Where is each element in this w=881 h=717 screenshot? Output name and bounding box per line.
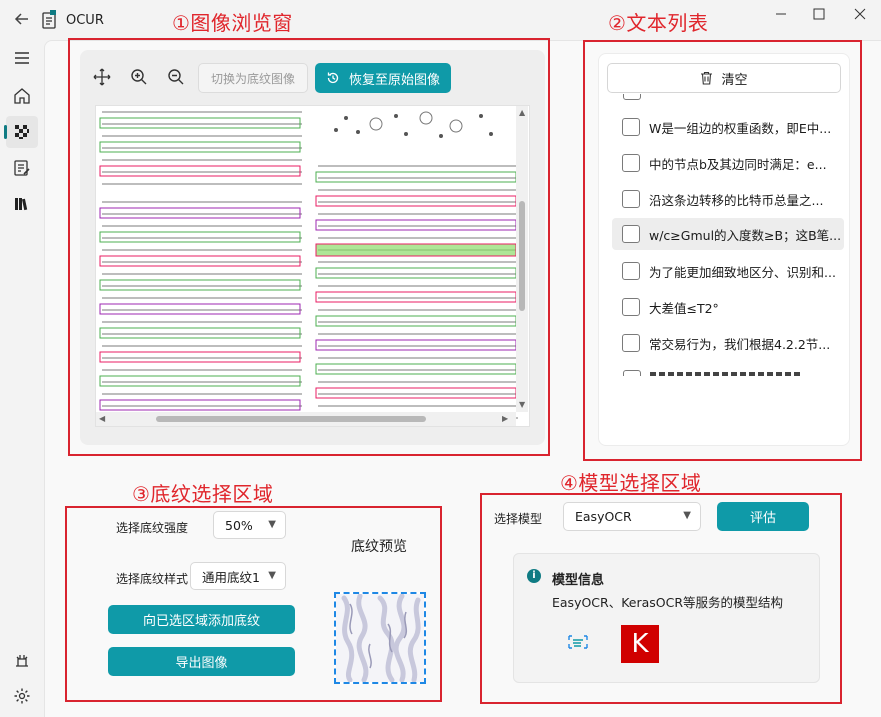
list-item-partial-bottom	[622, 370, 812, 376]
list-item[interactable]: 沿这条边转移的比特币总量之...	[612, 183, 844, 215]
model-info-text: EasyOCR、KerasOCR等服务的模型结构	[552, 595, 784, 610]
text-list-section-title: ②文本列表	[608, 11, 709, 35]
close-button[interactable]	[845, 4, 875, 28]
texture-preview-pattern	[336, 594, 424, 682]
add-texture-button[interactable]: 向已选区域添加底纹	[108, 605, 295, 634]
app-title: OCUR	[66, 13, 104, 28]
keras-logo-icon: K	[621, 625, 659, 663]
list-item[interactable]: 为了能更加细致地区分、识别和...	[612, 255, 844, 287]
restore-label: 恢复至原始图像	[348, 72, 440, 88]
viewer-vertical-scrollbar[interactable]: ▲ ▼	[516, 106, 528, 412]
list-item-partial	[622, 94, 642, 102]
texture-style-label: 选择底纹样式	[116, 572, 189, 586]
viewer-section-title: ①图像浏览窗	[172, 11, 293, 35]
list-item-text: w/c≥Gmul的入度数≥B；这B笔...	[649, 227, 842, 243]
texture-strength-select[interactable]: 50% ▼	[213, 511, 286, 539]
list-item-text: 常交易行为，我们根据4.2.2节...	[649, 336, 831, 352]
list-item-checkbox[interactable]	[622, 118, 640, 136]
info-icon: i	[527, 569, 541, 583]
texture-section-title: ③底纹选择区域	[132, 482, 274, 506]
vertical-scroll-thumb[interactable]	[519, 201, 525, 311]
plugin-icon[interactable]	[6, 644, 38, 676]
model-selected-value: EasyOCR	[575, 509, 632, 524]
chevron-down-icon: ▼	[683, 510, 691, 521]
model-section-title: ④模型选择区域	[560, 471, 702, 495]
list-item-text: 沿这条边转移的比特币总量之...	[649, 192, 824, 208]
nav-sidebar	[0, 40, 44, 717]
list-item-checkbox[interactable]	[622, 298, 640, 316]
chevron-down-icon: ▼	[268, 570, 276, 581]
list-item[interactable]: 中的节点b及其边同时满足：e...	[612, 147, 844, 179]
texture-strength-label: 选择底纹强度	[116, 521, 189, 535]
list-item[interactable]: W是一组边的权重函数，即E中...	[612, 111, 844, 143]
title-bar: OCUR	[0, 0, 881, 40]
chevron-down-icon: ▼	[268, 519, 276, 530]
easyocr-logo-icon	[566, 630, 590, 654]
trash-icon	[701, 71, 713, 85]
clear-button[interactable]: 清空	[607, 63, 841, 93]
home-icon[interactable]	[6, 80, 38, 112]
list-item-checkbox[interactable]	[622, 154, 640, 172]
restore-original-button[interactable]: 恢复至原始图像	[315, 63, 451, 93]
viewer-horizontal-scrollbar[interactable]: ◀ ▶	[96, 412, 516, 426]
texture-style-select[interactable]: 通用底纹1 ▼	[190, 562, 286, 590]
texture-preview	[334, 592, 426, 684]
back-arrow-icon[interactable]	[12, 10, 32, 30]
list-item-checkbox[interactable]	[622, 262, 640, 280]
switch-to-texture-button[interactable]: 切换为底纹图像	[198, 63, 308, 93]
model-select-label: 选择模型	[494, 512, 543, 526]
list-item[interactable]: w/c≥Gmul的入度数≥B；这B笔...	[612, 218, 844, 250]
list-item-text: W是一组边的权重函数，即E中...	[649, 120, 832, 136]
zoom-out-icon[interactable]	[165, 66, 187, 88]
list-item-text: 中的节点b及其边同时满足：e...	[649, 156, 827, 172]
clear-label: 清空	[721, 72, 748, 88]
texture-preview-label: 底纹预览	[351, 539, 407, 555]
horizontal-scroll-thumb[interactable]	[156, 416, 426, 422]
model-select[interactable]: EasyOCR ▼	[563, 502, 701, 531]
restore-icon	[327, 72, 339, 84]
document-edit-icon[interactable]	[6, 152, 38, 184]
zoom-in-icon[interactable]	[128, 66, 150, 88]
list-item-checkbox[interactable]	[622, 334, 640, 352]
menu-icon[interactable]	[6, 42, 38, 74]
texture-pattern-icon[interactable]	[4, 116, 38, 148]
document-page-image	[99, 111, 518, 419]
list-item[interactable]: 大差值≤T2°	[612, 291, 844, 323]
maximize-button[interactable]	[804, 4, 834, 28]
export-image-button[interactable]: 导出图像	[108, 647, 295, 676]
evaluate-button[interactable]: 评估	[717, 502, 809, 531]
list-item-text: 为了能更加细致地区分、识别和...	[649, 264, 836, 280]
texture-strength-value: 50%	[225, 517, 253, 533]
list-item-text: 大差值≤T2°	[649, 300, 719, 316]
library-icon[interactable]	[6, 188, 38, 220]
list-item-checkbox[interactable]	[622, 225, 640, 243]
document-image[interactable]	[95, 105, 530, 427]
settings-gear-icon[interactable]	[6, 680, 38, 712]
pan-move-icon[interactable]	[91, 66, 113, 88]
list-item[interactable]: 常交易行为，我们根据4.2.2节...	[612, 327, 844, 359]
list-item-checkbox[interactable]	[622, 190, 640, 208]
model-info-title: 模型信息	[552, 573, 605, 588]
minimize-button[interactable]	[766, 4, 796, 28]
texture-style-value: 通用底纹1	[202, 569, 260, 585]
app-logo-icon	[42, 10, 58, 30]
